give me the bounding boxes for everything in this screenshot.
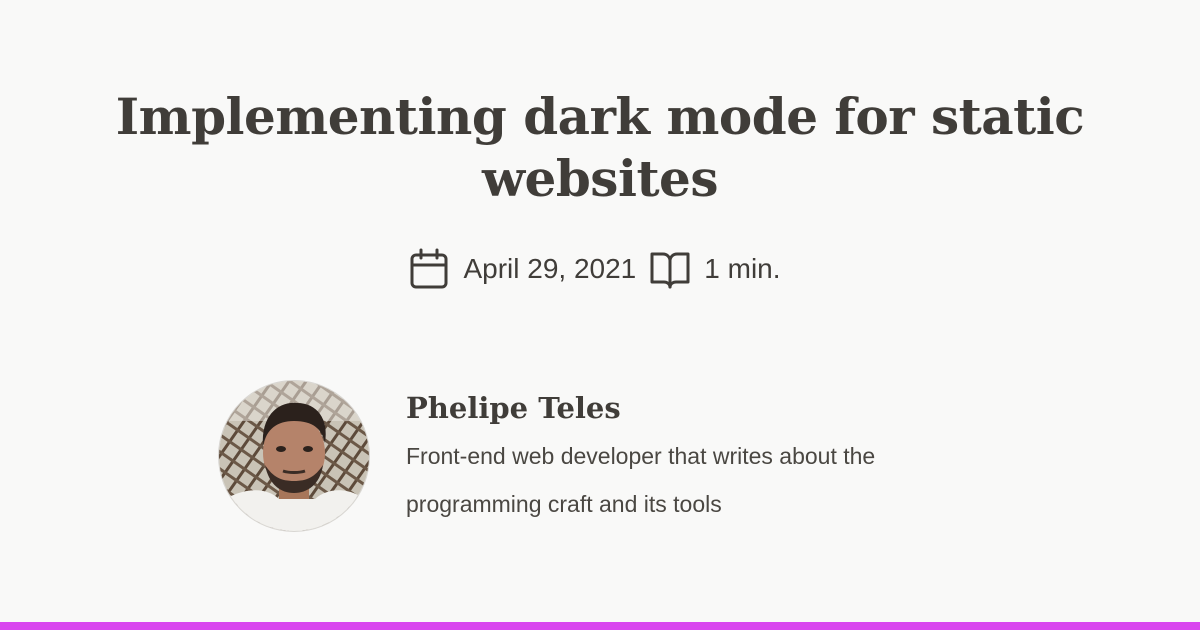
author-name: Phelipe Teles [406,391,621,425]
calendar-icon [407,247,451,291]
post-meta: April 29, 2021 1 min. [0,245,1200,293]
post-date: April 29, 2021 [463,253,637,284]
reading-time: 1 min. [704,253,781,284]
open-book-icon [648,247,692,291]
post-title: Implementing dark mode for static websit… [115,87,1085,208]
author-avatar [218,380,370,532]
author-bio: Front-end web developer that writes abou… [406,443,876,517]
author-card: Phelipe Teles Front-end web developer th… [218,380,978,532]
accent-bar [0,622,1200,630]
